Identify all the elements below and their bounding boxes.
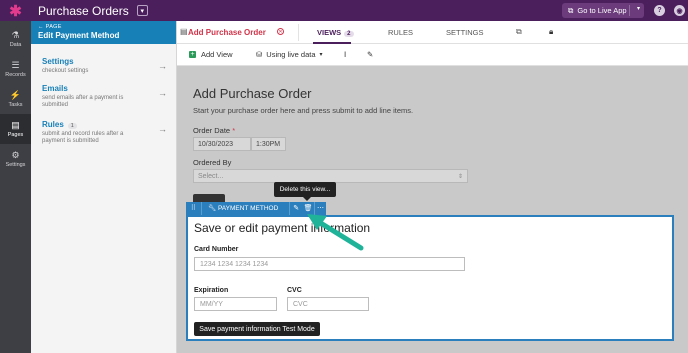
plus-icon: + [189, 51, 196, 58]
order-time-input[interactable]: 1:30PM [251, 137, 286, 151]
order-date-input[interactable]: 10/30/2023 [193, 137, 251, 151]
lock-icon[interactable]: 🔒︎ [549, 27, 553, 37]
rail-item-settings[interactable]: ⚙ Settings [0, 144, 31, 174]
panel-item-title: Rules [42, 120, 64, 129]
panel-item-subtitle: submit and record rules after a payment … [42, 131, 124, 144]
view-header: ▤ Add Purchase Order ✕ VIEWS 2 RULES SETT… [177, 21, 688, 44]
tab-settings[interactable]: SETTINGS [446, 28, 484, 37]
settings-icon: ⚙ [11, 150, 20, 160]
pages-icon: ▤ [11, 120, 20, 130]
tasks-icon: ⚡ [9, 90, 22, 100]
view-name[interactable]: Add Purchase Order [188, 28, 266, 37]
rail-label: Data [9, 42, 22, 48]
open-external-icon[interactable]: ⧉ [516, 27, 522, 37]
data-source-dropdown[interactable]: ⛁ Using live data ▾ [256, 50, 323, 59]
rules-count-badge: 1 [67, 123, 77, 129]
ordered-by-placeholder: Select... [198, 172, 224, 180]
chevron-down-icon[interactable]: ▾ [637, 5, 640, 12]
data-source-label: Using live data [266, 50, 316, 59]
cvc-input[interactable]: CVC [287, 297, 369, 311]
rail-item-pages[interactable]: ▤ Pages [0, 114, 31, 144]
arrow-right-icon: → [158, 124, 167, 134]
form-title: Add Purchase Order [193, 86, 312, 101]
app-logo-icon[interactable]: ✱ [0, 0, 31, 21]
rail-label: Pages [7, 132, 24, 138]
save-payment-button[interactable]: Save payment information Test Mode [194, 322, 320, 336]
order-date-label-text: Order Date [193, 126, 231, 135]
expiration-label: Expiration [194, 287, 229, 294]
tab-label: VIEWS [317, 28, 342, 37]
panel-item-subtitle: checkout settings [42, 68, 89, 74]
arrow-right-icon: → [158, 88, 167, 98]
ordered-by-select[interactable]: Select... ⇕ [193, 169, 468, 183]
rail-item-data[interactable]: ⚗ Data [0, 24, 31, 54]
go-live-label: Go to Live App [577, 6, 627, 15]
cvc-label: CVC [287, 287, 302, 294]
rail-label: Records [5, 72, 26, 78]
required-mark: * [232, 126, 236, 135]
edit-off-icon[interactable]: ✎ [367, 50, 373, 59]
panel-item-title: Emails [42, 84, 68, 93]
order-date-label: Order Date * [193, 126, 235, 135]
help-icon[interactable]: ? [654, 5, 665, 16]
data-icon: ⚗ [11, 30, 20, 40]
drag-handle-icon[interactable]: ⠿ [186, 202, 202, 215]
panel-title: Edit Payment Method [38, 31, 120, 40]
panel-item-emails[interactable]: Emails send emails after a payment is su… [42, 84, 167, 109]
rail-item-records[interactable]: ☰ Records [0, 54, 31, 84]
card-number-input[interactable]: 1234 1234 1234 1234 [194, 257, 465, 271]
add-view-button[interactable]: + Add View [189, 50, 233, 59]
left-rail: ⚗ Data ☰ Records ⚡ Tasks ▤ Pages ⚙ Setti… [0, 21, 31, 353]
database-icon: ⛁ [256, 50, 263, 59]
settings-panel: ← PAGE Edit Payment Method Settings chec… [31, 21, 177, 353]
app-menu-chevron-icon[interactable]: ▾ [136, 5, 148, 16]
view-name-label[interactable]: 🔧︎ PAYMENT METHOD [202, 202, 291, 215]
external-link-icon: ⧉ [568, 5, 574, 15]
go-live-button[interactable]: ⧉ Go to Live App ▾ [562, 3, 644, 18]
panel-item-rules[interactable]: Rules 1 submit and record rules after a p… [42, 120, 167, 145]
toolbar: + Add View ⛁ Using live data ▾ Ⅰ ✎ [177, 44, 688, 66]
chevron-down-icon: ▾ [319, 52, 323, 58]
annotation-arrow-icon [307, 214, 364, 251]
rail-label: Tasks [8, 102, 23, 108]
close-icon[interactable]: ✕ [277, 28, 284, 35]
payment-method-view[interactable]: Save or edit payment information Card Nu… [186, 215, 674, 341]
wrench-icon: 🔧︎ [207, 205, 218, 212]
expiration-input[interactable]: MM/YY [194, 297, 277, 311]
back-to-page-link[interactable]: ← PAGE [38, 24, 176, 30]
page-canvas: Add Purchase Order Start your purchase o… [177, 66, 688, 353]
delete-view-tooltip: Delete this view... [274, 182, 336, 201]
panel-header: ← PAGE Edit Payment Method [31, 21, 176, 44]
add-view-label: Add View [201, 50, 233, 59]
select-arrows-icon: ⇕ [457, 173, 463, 180]
panel-item-title: Settings [42, 57, 74, 66]
view-toolbar-name: PAYMENT METHOD [217, 205, 279, 212]
panel-item-settings[interactable]: Settings checkout settings → [42, 57, 167, 75]
views-count-badge: 2 [344, 31, 354, 37]
form-icon: ▤ [180, 27, 188, 36]
text-format-icon[interactable]: Ⅰ [344, 50, 346, 59]
app-title: Purchase Orders [38, 3, 129, 18]
tab-views[interactable]: VIEWS 2 [317, 28, 354, 37]
ordered-by-label: Ordered By [193, 158, 232, 167]
divider [298, 24, 299, 41]
rail-label: Settings [5, 162, 26, 168]
records-icon: ☰ [11, 60, 20, 70]
card-number-label: Card Number [194, 246, 239, 253]
form-subtitle: Start your purchase order here and press… [193, 106, 414, 115]
account-icon[interactable]: ◉ [674, 5, 685, 16]
divider [629, 5, 630, 16]
arrow-right-icon: → [158, 61, 167, 71]
panel-item-subtitle: send emails after a payment is submitted [42, 95, 124, 108]
rail-item-tasks[interactable]: ⚡ Tasks [0, 84, 31, 114]
top-bar: ✱ Purchase Orders ▾ ⧉ Go to Live App ▾ ?… [0, 0, 688, 21]
tab-rules[interactable]: RULES [388, 28, 413, 37]
